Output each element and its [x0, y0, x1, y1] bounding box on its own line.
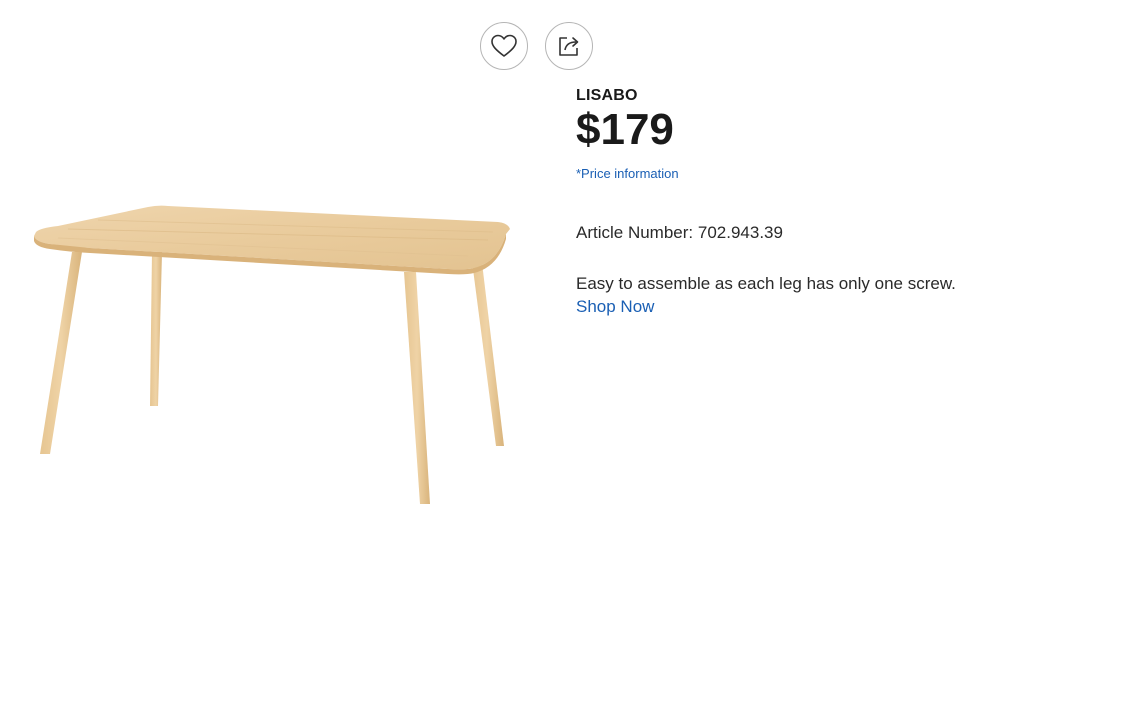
favorite-button[interactable] — [480, 22, 528, 70]
product-info: LISABO $179 *Price information Article N… — [576, 86, 1116, 319]
heart-icon — [490, 33, 518, 59]
share-button[interactable] — [545, 22, 593, 70]
product-image — [28, 196, 518, 516]
article-number: Article Number: 702.943.39 — [576, 223, 783, 242]
product-name: LISABO — [576, 87, 638, 104]
product-description: Easy to assemble as each leg has only on… — [576, 274, 956, 293]
shop-now-link[interactable]: Shop Now — [576, 295, 1116, 319]
price-information-link[interactable]: *Price information — [576, 166, 1116, 182]
share-icon — [556, 33, 582, 59]
product-price: $179 — [576, 105, 674, 154]
